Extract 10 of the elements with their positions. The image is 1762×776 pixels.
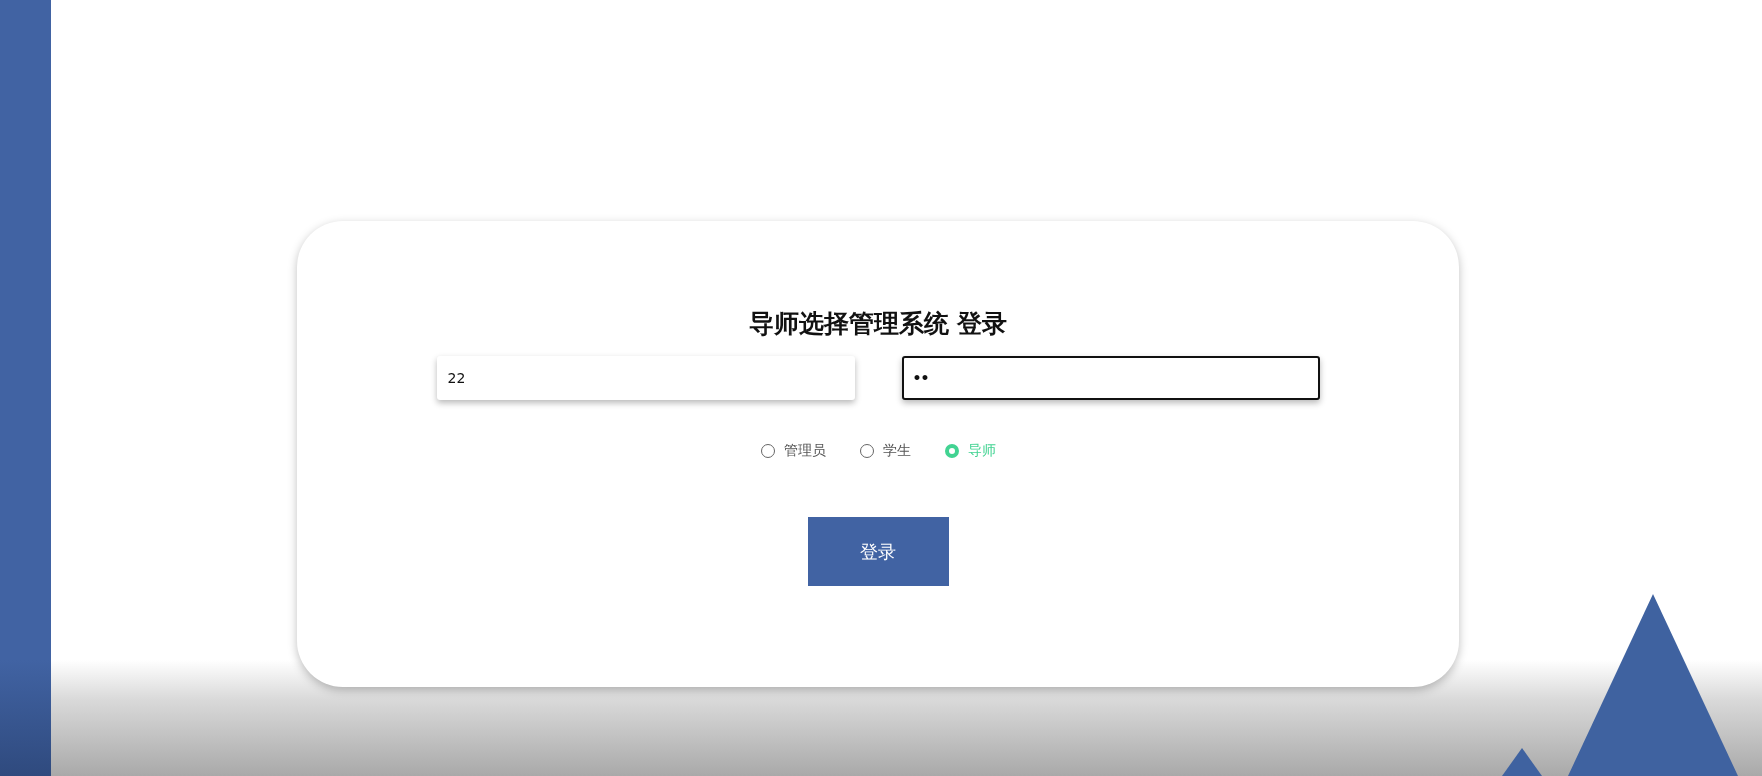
triangle-decoration [1502,748,1542,776]
radio-button[interactable] [944,444,959,458]
login-button[interactable]: 登录 [807,517,949,586]
login-title: 导师选择管理系统 登录 [748,308,1008,340]
password-field[interactable]: •• [901,356,1320,400]
radio-button[interactable] [760,444,775,458]
role-radio-option[interactable]: 管理员 [760,442,826,460]
username-field[interactable]: 22 [436,356,855,400]
role-radio-option[interactable]: 学生 [859,442,911,460]
radio-button[interactable] [859,444,874,458]
